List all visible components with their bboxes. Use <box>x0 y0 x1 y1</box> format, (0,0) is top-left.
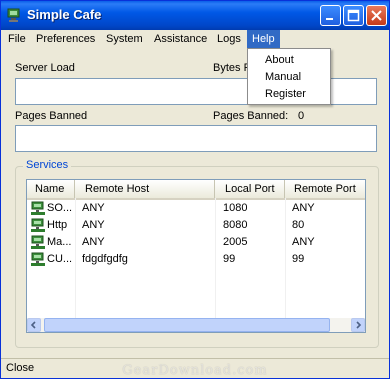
network-computer-icon <box>31 201 45 215</box>
maximize-button[interactable] <box>343 5 364 26</box>
table-row[interactable]: SO... ANY 1080 ANY <box>27 200 365 217</box>
chevron-left-icon <box>30 321 36 329</box>
column-header-name[interactable]: Name <box>27 180 75 198</box>
cell-name: SO... <box>47 202 73 214</box>
cell-remote-port: 99 <box>292 253 305 265</box>
table-row[interactable]: Http ANY 8080 80 <box>27 217 365 234</box>
cell-local-port: 8080 <box>223 219 248 231</box>
app-window: Simple Cafe File Preferences System Assi… <box>0 0 390 379</box>
title-bar[interactable]: Simple Cafe <box>1 1 389 30</box>
menu-item-about[interactable]: About <box>265 52 294 68</box>
window-title: Simple Cafe <box>27 7 102 22</box>
services-group-title: Services <box>23 159 72 171</box>
maximize-icon <box>347 9 360 22</box>
cell-name: Http <box>47 219 68 231</box>
column-header-remote-port[interactable]: Remote Port <box>285 180 365 198</box>
bytes-label: Bytes F <box>213 62 251 74</box>
app-icon <box>7 8 20 22</box>
help-dropdown-menu: About Manual Register <box>247 48 331 105</box>
table-row[interactable]: Ma... ANY 2005 ANY <box>27 234 365 251</box>
pages-banned-count: 0 <box>298 110 305 122</box>
cell-local-port: 1080 <box>223 202 248 214</box>
close-icon <box>371 10 382 21</box>
cell-remote-port: 80 <box>292 219 305 231</box>
pages-banned-count-label: Pages Banned: <box>213 110 289 122</box>
network-computer-icon <box>31 235 45 249</box>
cell-remote-host: ANY <box>82 202 105 214</box>
scroll-right-button[interactable] <box>351 318 365 332</box>
network-computer-icon <box>31 252 45 266</box>
cell-name: Ma... <box>47 236 72 248</box>
menu-help[interactable]: Help <box>247 30 280 48</box>
services-list[interactable]: Name Remote Host Local Port Remote Port … <box>26 179 366 333</box>
column-header-local-port[interactable]: Local Port <box>215 180 285 198</box>
cell-remote-host: fdgdfgdfg <box>82 253 128 265</box>
cell-local-port: 2005 <box>223 236 248 248</box>
menu-logs[interactable]: Logs <box>212 30 246 48</box>
minimize-icon <box>326 18 333 20</box>
minimize-button[interactable] <box>320 5 341 26</box>
menu-assistance[interactable]: Assistance <box>149 30 212 48</box>
cell-remote-port: ANY <box>292 236 315 248</box>
menu-item-manual[interactable]: Manual <box>265 69 301 85</box>
network-computer-icon <box>31 218 45 232</box>
cell-local-port: 99 <box>223 253 236 265</box>
column-header-remote-host[interactable]: Remote Host <box>75 180 215 198</box>
menu-bar: File Preferences System Assistance Logs … <box>1 30 389 48</box>
list-header: Name Remote Host Local Port Remote Port <box>27 180 365 200</box>
cell-remote-host: ANY <box>82 219 105 231</box>
menu-file[interactable]: File <box>3 30 31 48</box>
menu-preferences[interactable]: Preferences <box>31 30 100 48</box>
horizontal-scrollbar[interactable] <box>27 318 365 332</box>
cell-name: CU... <box>47 253 73 265</box>
watermark: GearDownload.com <box>122 363 268 378</box>
cell-remote-port: ANY <box>292 202 315 214</box>
scroll-left-button[interactable] <box>27 318 41 332</box>
server-load-label: Server Load <box>15 62 75 74</box>
scrollbar-thumb[interactable] <box>44 318 330 332</box>
menu-system[interactable]: System <box>101 30 148 48</box>
pages-banned-field <box>15 125 377 152</box>
chevron-right-icon <box>356 321 362 329</box>
table-row[interactable]: CU... fdgdfgdfg 99 99 <box>27 251 365 268</box>
cell-remote-host: ANY <box>82 236 105 248</box>
pages-banned-label: Pages Banned <box>15 110 88 122</box>
menu-item-register[interactable]: Register <box>265 86 306 102</box>
close-window-button[interactable] <box>366 5 387 26</box>
